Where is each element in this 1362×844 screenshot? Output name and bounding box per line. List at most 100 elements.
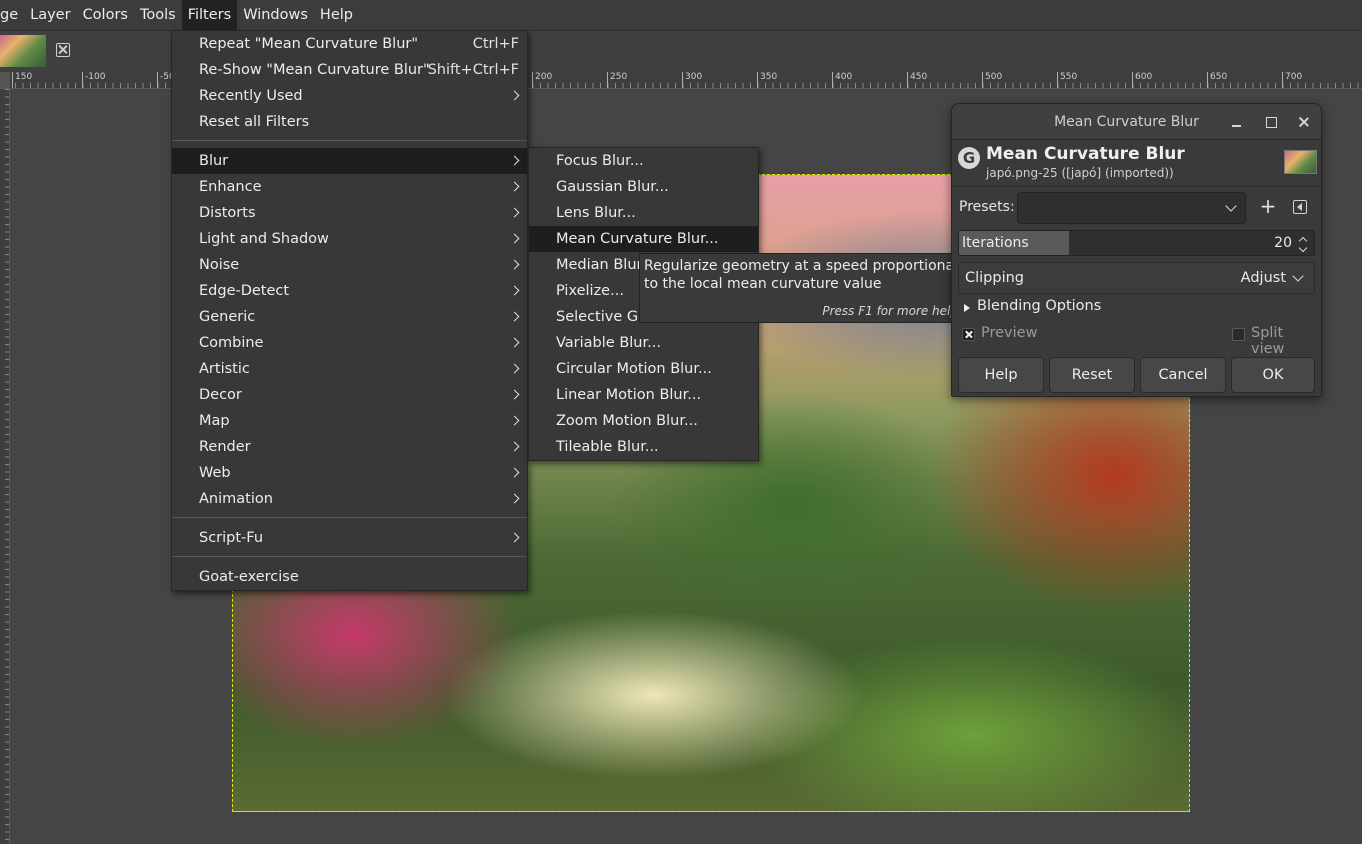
ruler-label: 450 <box>907 72 927 88</box>
menu-item-script-fu[interactable]: Script-Fu <box>172 525 527 551</box>
ruler-label: 300 <box>682 72 702 88</box>
chevron-down-icon[interactable] <box>1298 243 1308 253</box>
menu-item-web[interactable]: Web <box>172 460 527 486</box>
ruler-label: 200 <box>532 72 552 88</box>
chevron-right-icon <box>509 389 520 400</box>
menu-item-goat-exercise[interactable]: Goat-exercise <box>172 564 527 590</box>
menu-item-label: Goat-exercise <box>199 569 299 585</box>
chevron-right-icon <box>509 90 520 101</box>
blur-item-focus[interactable]: Focus Blur... <box>529 148 758 174</box>
menu-item-enhance[interactable]: Enhance <box>172 174 527 200</box>
gimp-logo-icon: G <box>958 147 980 169</box>
menu-item-label: Distorts <box>199 205 256 221</box>
add-preset-icon[interactable]: + <box>1257 196 1279 218</box>
menu-windows[interactable]: Windows <box>237 0 314 31</box>
menu-item-reset-all[interactable]: Reset all Filters <box>172 109 527 135</box>
tooltip: Regularize geometry at a speed proportio… <box>639 253 963 323</box>
minimize-icon[interactable] <box>1228 113 1246 131</box>
reset-button[interactable]: Reset <box>1049 357 1135 393</box>
blur-item-linear-motion[interactable]: Linear Motion Blur... <box>529 382 758 408</box>
vertical-ruler[interactable] <box>0 89 10 844</box>
menu-item-render[interactable]: Render <box>172 434 527 460</box>
image-thumbnail <box>1284 150 1317 174</box>
expander-arrow-icon[interactable] <box>964 303 974 313</box>
ruler-corner-button[interactable] <box>0 72 10 88</box>
blur-item-gaussian[interactable]: Gaussian Blur... <box>529 174 758 200</box>
chevron-right-icon <box>509 415 520 426</box>
chevron-right-icon <box>509 532 520 543</box>
close-icon[interactable] <box>56 43 70 57</box>
menu-item-label: Blur <box>199 153 229 169</box>
menu-item-label: Render <box>199 439 251 455</box>
maximize-icon[interactable] <box>1262 113 1280 131</box>
chevron-right-icon <box>509 493 520 504</box>
presets-dropdown[interactable] <box>1017 192 1246 224</box>
menu-image[interactable]: ge <box>0 0 24 31</box>
help-button[interactable]: Help <box>958 357 1044 393</box>
menu-help[interactable]: Help <box>314 0 359 31</box>
preset-menu-icon[interactable] <box>1293 200 1307 214</box>
ok-button[interactable]: OK <box>1231 357 1315 393</box>
split-view-label[interactable]: Split view <box>1251 325 1321 357</box>
menu-item-blur[interactable]: Blur <box>172 148 527 174</box>
chevron-right-icon <box>509 363 520 374</box>
close-icon[interactable] <box>1295 113 1313 131</box>
menu-tools[interactable]: Tools <box>134 0 182 31</box>
menu-item-recently-used[interactable]: Recently Used <box>172 83 527 109</box>
split-view-checkbox[interactable] <box>1232 328 1245 341</box>
ruler-label: 500 <box>982 72 1002 88</box>
menu-filters[interactable]: Filters <box>181 0 238 31</box>
menu-item-generic[interactable]: Generic <box>172 304 527 330</box>
chevron-right-icon <box>509 207 520 218</box>
menu-item-combine[interactable]: Combine <box>172 330 527 356</box>
blur-item-tileable[interactable]: Tileable Blur... <box>529 434 758 460</box>
menu-item-reshow[interactable]: Re-Show "Mean Curvature Blur" Shift+Ctrl… <box>172 57 527 83</box>
preview-checkbox[interactable] <box>962 328 975 341</box>
ruler-label: 650 <box>1207 72 1227 88</box>
menu-item-artistic[interactable]: Artistic <box>172 356 527 382</box>
menu-item-label: Artistic <box>199 361 250 377</box>
iterations-spin-scale[interactable]: Iterations 20 <box>958 230 1315 256</box>
menu-item-light-and-shadow[interactable]: Light and Shadow <box>172 226 527 252</box>
blur-item-circular-motion[interactable]: Circular Motion Blur... <box>529 356 758 382</box>
ruler-label: 400 <box>832 72 852 88</box>
menu-item-decor[interactable]: Decor <box>172 382 527 408</box>
cancel-button[interactable]: Cancel <box>1140 357 1226 393</box>
image-tab-thumbnail[interactable] <box>0 35 46 67</box>
menu-colors[interactable]: Colors <box>77 0 134 31</box>
blur-item-variable[interactable]: Variable Blur... <box>529 330 758 356</box>
menu-item-label: Repeat "Mean Curvature Blur" <box>199 36 419 52</box>
chevron-right-icon <box>509 311 520 322</box>
menu-item-noise[interactable]: Noise <box>172 252 527 278</box>
blending-options-expander[interactable]: Blending Options <box>977 298 1101 314</box>
chevron-right-icon <box>509 467 520 478</box>
chevron-down-icon <box>1225 200 1237 212</box>
menu-item-label: Recently Used <box>199 88 303 104</box>
chevron-right-icon <box>509 285 520 296</box>
menu-item-animation[interactable]: Animation <box>172 486 527 512</box>
preview-label[interactable]: Preview <box>981 325 1037 341</box>
ruler-label: 250 <box>607 72 627 88</box>
menu-separator <box>172 140 527 141</box>
menu-item-label: Edge-Detect <box>199 283 290 299</box>
blur-item-zoom-motion[interactable]: Zoom Motion Blur... <box>529 408 758 434</box>
menu-item-label: Noise <box>199 257 240 273</box>
blur-item-mean-curvature[interactable]: Mean Curvature Blur... <box>529 226 758 252</box>
blur-item-lens[interactable]: Lens Blur... <box>529 200 758 226</box>
menu-item-repeat[interactable]: Repeat "Mean Curvature Blur" Ctrl+F <box>172 31 527 57</box>
iterations-label: Iterations <box>962 235 1029 251</box>
clipping-label: Clipping <box>965 270 1025 286</box>
chevron-right-icon <box>509 233 520 244</box>
ruler-label: 350 <box>757 72 777 88</box>
tooltip-help-hint: Press F1 for more help <box>822 304 958 318</box>
dialog-titlebar[interactable]: Mean Curvature Blur <box>952 104 1321 140</box>
clipping-dropdown[interactable]: Clipping Adjust <box>958 262 1315 294</box>
ruler-label: 150 <box>12 72 32 88</box>
menu-layer[interactable]: Layer <box>24 0 76 31</box>
dialog-separator <box>952 186 1321 187</box>
menu-item-edge-detect[interactable]: Edge-Detect <box>172 278 527 304</box>
menu-item-label: Web <box>199 465 231 481</box>
menu-item-label: Generic <box>199 309 256 325</box>
menu-item-map[interactable]: Map <box>172 408 527 434</box>
menu-item-distorts[interactable]: Distorts <box>172 200 527 226</box>
